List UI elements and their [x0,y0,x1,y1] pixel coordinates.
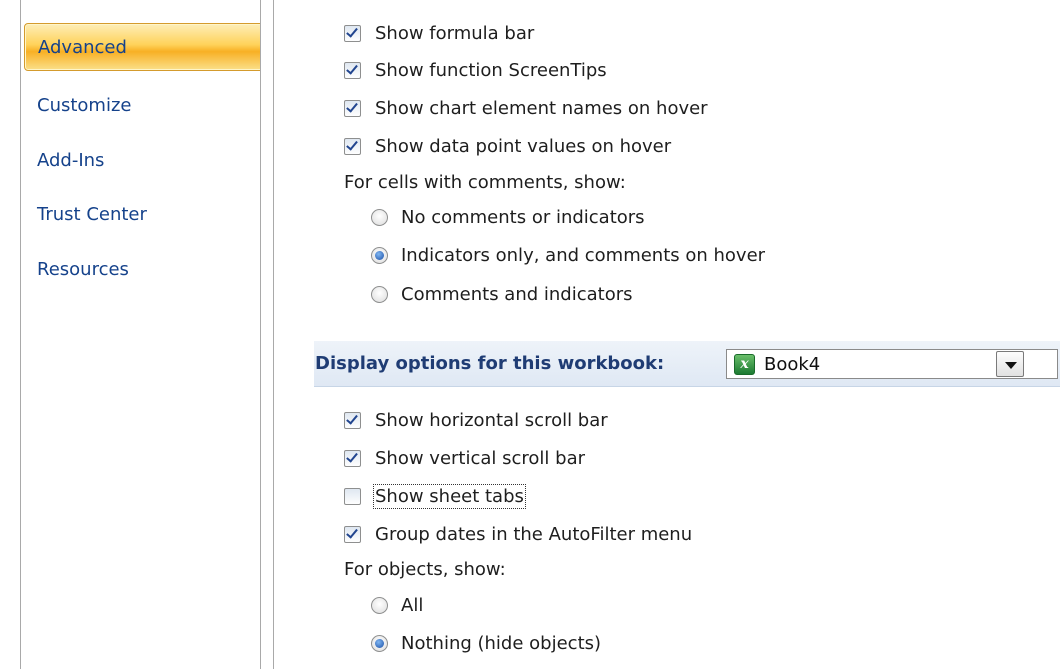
show-vertical-scroll-bar-option[interactable]: Show vertical scroll bar [344,446,585,470]
comments-group-label: For cells with comments, show: [344,172,626,193]
show-vertical-scroll-bar-label: Show vertical scroll bar [375,447,585,469]
chevron-down-icon[interactable] [996,351,1024,377]
objects-all-label: All [401,594,424,616]
indicators-only-option[interactable]: Indicators only, and comments on hover [371,243,765,267]
sidebar-item-advanced[interactable]: Advanced [24,23,270,71]
sidebar-item-trust-center[interactable]: Trust Center [37,204,147,225]
show-sheet-tabs-option[interactable]: Show sheet tabs [344,483,526,509]
objects-nothing-radio[interactable] [371,634,388,652]
show-data-point-values-option[interactable]: Show data point values on hover [344,134,671,158]
group-dates-autofilter-checkbox[interactable] [344,525,361,543]
options-sidebar: Advanced Customize Add-Ins Trust Center … [0,0,274,669]
show-vertical-scroll-bar-checkbox[interactable] [344,449,361,467]
show-sheet-tabs-label: Show sheet tabs [373,483,526,509]
objects-all-option[interactable]: All [371,593,423,617]
no-comments-option[interactable]: No comments or indicators [371,205,645,229]
objects-group-label: For objects, show: [344,559,506,580]
objects-all-radio[interactable] [371,596,388,614]
show-data-point-values-checkbox[interactable] [344,137,361,155]
show-chart-element-names-checkbox[interactable] [344,99,361,117]
no-comments-radio[interactable] [371,208,388,226]
comments-and-indicators-label: Comments and indicators [401,283,633,305]
show-function-screentips-label: Show function ScreenTips [375,59,607,81]
workbook-select[interactable]: x Book4 [726,349,1058,379]
comments-and-indicators-radio[interactable] [371,285,388,303]
show-horizontal-scroll-bar-checkbox[interactable] [344,411,361,429]
show-chart-element-names-label: Show chart element names on hover [375,97,708,119]
options-content: Show formula bar Show function ScreenTip… [274,0,1060,669]
group-dates-autofilter-label: Group dates in the AutoFilter menu [375,523,693,545]
excel-workbook-icon: x [734,354,755,375]
show-formula-bar-checkbox[interactable] [344,24,361,42]
sidebar-item-label: Customize [37,95,132,116]
workbook-section-title: Display options for this workbook: [315,353,665,374]
show-formula-bar-label: Show formula bar [375,22,535,44]
objects-nothing-option[interactable]: Nothing (hide objects) [371,631,601,655]
show-horizontal-scroll-bar-label: Show horizontal scroll bar [375,409,608,431]
group-dates-autofilter-option[interactable]: Group dates in the AutoFilter menu [344,522,692,546]
show-horizontal-scroll-bar-option[interactable]: Show horizontal scroll bar [344,408,608,432]
sidebar-item-label: Trust Center [37,204,147,225]
sidebar-item-label: Add-Ins [37,150,105,171]
sidebar-left-border [20,0,21,669]
show-data-point-values-label: Show data point values on hover [375,135,672,157]
workbook-select-value: Book4 [764,354,821,375]
sidebar-item-label: Advanced [38,37,127,58]
sidebar-item-add-ins[interactable]: Add-Ins [37,150,104,171]
indicators-only-label: Indicators only, and comments on hover [401,244,766,266]
objects-nothing-label: Nothing (hide objects) [401,632,602,654]
comments-and-indicators-option[interactable]: Comments and indicators [371,282,633,306]
show-function-screentips-checkbox[interactable] [344,61,361,79]
show-function-screentips-option[interactable]: Show function ScreenTips [344,58,607,82]
indicators-only-radio[interactable] [371,246,388,264]
sidebar-item-resources[interactable]: Resources [37,259,129,280]
no-comments-label: No comments or indicators [401,206,645,228]
sidebar-splitter[interactable] [260,0,274,669]
show-formula-bar-option[interactable]: Show formula bar [344,21,534,45]
sidebar-item-label: Resources [37,259,129,280]
show-chart-element-names-option[interactable]: Show chart element names on hover [344,96,708,120]
show-sheet-tabs-checkbox[interactable] [344,487,361,505]
sidebar-item-customize[interactable]: Customize [37,95,131,116]
